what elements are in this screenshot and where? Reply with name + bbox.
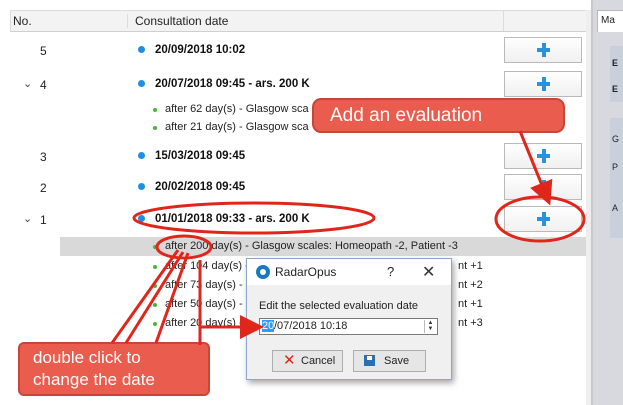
evaluation-dot-icon — [153, 126, 157, 130]
evaluation-label: after 21 day(s) - Glasgow sca — [165, 121, 309, 133]
evaluation-label-tail: nt +1 — [458, 298, 483, 310]
edit-date-dialog: RadarOpus ? ✕ Edit the selected evaluati… — [246, 258, 452, 380]
add-evaluation-button[interactable] — [504, 37, 582, 63]
side-label: A — [612, 203, 619, 213]
evaluation-label: after 104 day(s) - — [165, 260, 249, 272]
evaluation-label: after 50 day(s) - C — [165, 298, 254, 310]
consultation-dot-icon — [138, 215, 145, 222]
row-number: 5 — [40, 44, 47, 58]
evaluation-dot-icon — [153, 303, 157, 307]
add-evaluation-button[interactable] — [504, 206, 582, 232]
side-label: P — [612, 162, 619, 172]
row-number: 4 — [40, 78, 47, 92]
dialog-prompt-label: Edit the selected evaluation date — [259, 300, 419, 312]
dialog-title: RadarOpus — [275, 265, 337, 279]
evaluation-dot-icon — [153, 108, 157, 112]
expand-chevron-icon[interactable]: ⌄ — [23, 212, 32, 225]
evaluation-dot-icon — [153, 245, 157, 249]
dialog-titlebar[interactable]: RadarOpus ? ✕ — [247, 259, 451, 285]
evaluation-label: after 62 day(s) - Glasgow sca — [165, 103, 309, 115]
evaluation-row-selected[interactable]: after 200 day(s) - Glasgow scales: Homeo… — [10, 238, 586, 256]
spin-down-icon[interactable]: ▼ — [425, 326, 436, 332]
add-evaluation-button[interactable] — [504, 174, 582, 200]
plus-icon-vertical — [542, 149, 546, 163]
close-button[interactable]: ✕ — [422, 262, 435, 282]
side-panel-tab[interactable]: Ma — [597, 10, 623, 32]
evaluation-label: after 200 day(s) - Glasgow scales: Homeo… — [165, 240, 458, 252]
cancel-x-icon: ✕ — [283, 352, 296, 369]
add-evaluation-callout-text: Add an evaluation — [330, 105, 483, 126]
date-spinner[interactable]: ▲ ▼ — [424, 320, 436, 333]
save-button[interactable]: Save — [353, 350, 426, 372]
evaluation-dot-icon — [153, 322, 157, 326]
double-click-callout-line2: change the date — [33, 370, 155, 389]
evaluation-dot-icon — [153, 265, 157, 269]
date-remaining-text: /07/2018 10:18 — [274, 320, 348, 332]
consultation-row-5[interactable]: 5 20/09/2018 10:02 — [10, 37, 586, 63]
plus-icon-vertical — [542, 77, 546, 91]
add-evaluation-button[interactable] — [504, 71, 582, 97]
row-number: 3 — [40, 150, 47, 164]
table-header: No. Consultation date — [10, 10, 588, 32]
save-button-label: Save — [384, 355, 410, 367]
side-label: E — [612, 84, 619, 94]
consultation-dot-icon — [138, 183, 145, 190]
evaluation-date-input[interactable]: 20 /07/2018 10:18 ▲ ▼ — [259, 318, 438, 335]
column-header-no[interactable]: No. — [13, 14, 128, 28]
evaluation-label: after 73 day(s) - C — [165, 279, 254, 291]
row-number: 2 — [40, 181, 47, 195]
side-label: G — [612, 134, 620, 144]
cancel-button[interactable]: ✕ Cancel — [272, 350, 343, 372]
consultation-row-3[interactable]: 3 15/03/2018 09:45 — [10, 143, 586, 169]
consultation-dot-icon — [138, 46, 145, 53]
double-click-callout-line1: double click to — [33, 348, 141, 367]
help-button[interactable]: ? — [387, 264, 394, 279]
plus-icon-vertical — [542, 212, 546, 226]
add-evaluation-callout: Add an evaluation — [312, 98, 565, 133]
radaropus-logo-icon — [256, 265, 270, 279]
consultation-date-label: 20/07/2018 09:45 - ars. 200 K — [155, 78, 310, 90]
column-header-consultation-date[interactable]: Consultation date — [135, 14, 228, 28]
evaluation-label-tail: nt +1 — [458, 260, 483, 272]
consultation-date-label: 01/01/2018 09:33 - ars. 200 K — [155, 213, 310, 225]
save-disk-icon — [364, 355, 375, 366]
side-panel-tab-label: Ma — [601, 15, 615, 26]
consultation-row-1[interactable]: ⌄ 1 01/01/2018 09:33 - ars. 200 K — [10, 206, 586, 232]
consultation-dot-icon — [138, 152, 145, 159]
row-number: 1 — [40, 213, 47, 227]
consultation-row-2[interactable]: 2 20/02/2018 09:45 — [10, 174, 586, 200]
evaluation-label: after 20 day(s) - C — [165, 317, 254, 329]
date-day-selection: 20 — [262, 320, 275, 332]
plus-icon-vertical — [542, 180, 546, 194]
side-label: E — [612, 58, 619, 68]
column-header-date-label: Consultation date — [135, 14, 229, 28]
double-click-callout: double click to change the date — [18, 342, 210, 396]
consultation-row-4[interactable]: ⌄ 4 20/07/2018 09:45 - ars. 200 K — [10, 71, 586, 97]
consultation-dot-icon — [138, 80, 145, 87]
column-header-no-label: No. — [13, 14, 32, 28]
add-evaluation-button[interactable] — [504, 143, 582, 169]
cancel-button-label: Cancel — [301, 355, 336, 367]
consultation-date-label: 15/03/2018 09:45 — [155, 150, 246, 162]
consultation-date-label: 20/02/2018 09:45 — [155, 181, 246, 193]
expand-chevron-icon[interactable]: ⌄ — [23, 77, 32, 90]
plus-icon-vertical — [542, 43, 546, 57]
evaluation-label-tail: nt +3 — [458, 317, 483, 329]
evaluation-label-tail: nt +2 — [458, 279, 483, 291]
evaluation-dot-icon — [153, 284, 157, 288]
column-divider — [503, 11, 504, 31]
consultation-date-label: 20/09/2018 10:02 — [155, 44, 246, 56]
